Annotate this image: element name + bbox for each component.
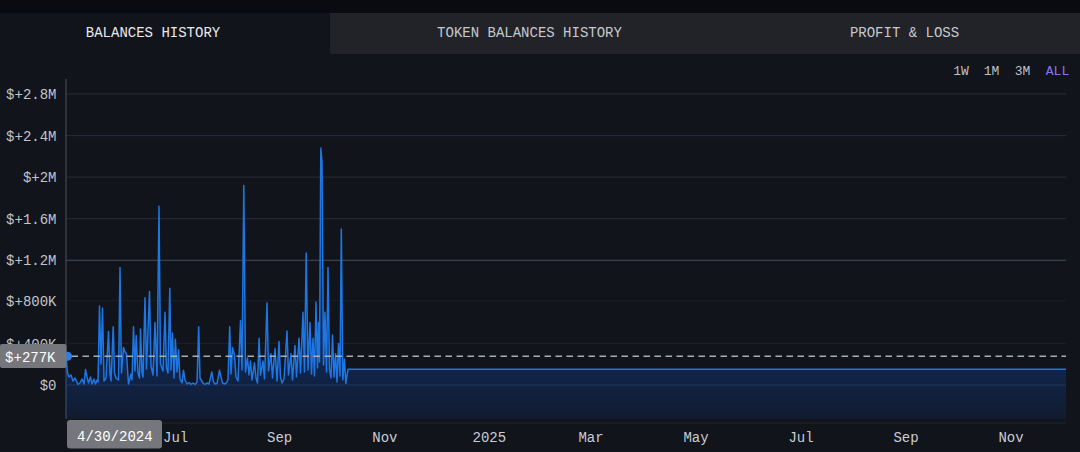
svg-text:Nov: Nov (998, 430, 1023, 446)
svg-text:Jul: Jul (788, 430, 813, 446)
svg-text:Mar: Mar (578, 430, 603, 446)
svg-text:2025: 2025 (472, 430, 506, 446)
svg-text:3M: 3M (1015, 64, 1031, 79)
svg-text:$+277K: $+277K (5, 350, 56, 366)
svg-text:4/30/2024: 4/30/2024 (77, 429, 153, 445)
svg-text:1M: 1M (984, 64, 1000, 79)
svg-text:$+1.2M: $+1.2M (6, 253, 56, 269)
svg-text:$+1.6M: $+1.6M (6, 212, 56, 228)
svg-text:ALL: ALL (1046, 64, 1069, 79)
svg-text:May: May (683, 430, 708, 446)
svg-text:$+2.4M: $+2.4M (6, 129, 56, 145)
svg-text:$+2.8M: $+2.8M (6, 87, 56, 103)
svg-text:Nov: Nov (372, 430, 397, 446)
svg-text:$0: $0 (40, 378, 57, 394)
svg-text:$+800K: $+800K (6, 294, 57, 310)
svg-text:Jul: Jul (163, 430, 188, 446)
svg-text:Sep: Sep (267, 430, 292, 446)
svg-text:1W: 1W (953, 64, 969, 79)
svg-text:Sep: Sep (893, 430, 918, 446)
svg-text:$+2M: $+2M (23, 170, 57, 186)
